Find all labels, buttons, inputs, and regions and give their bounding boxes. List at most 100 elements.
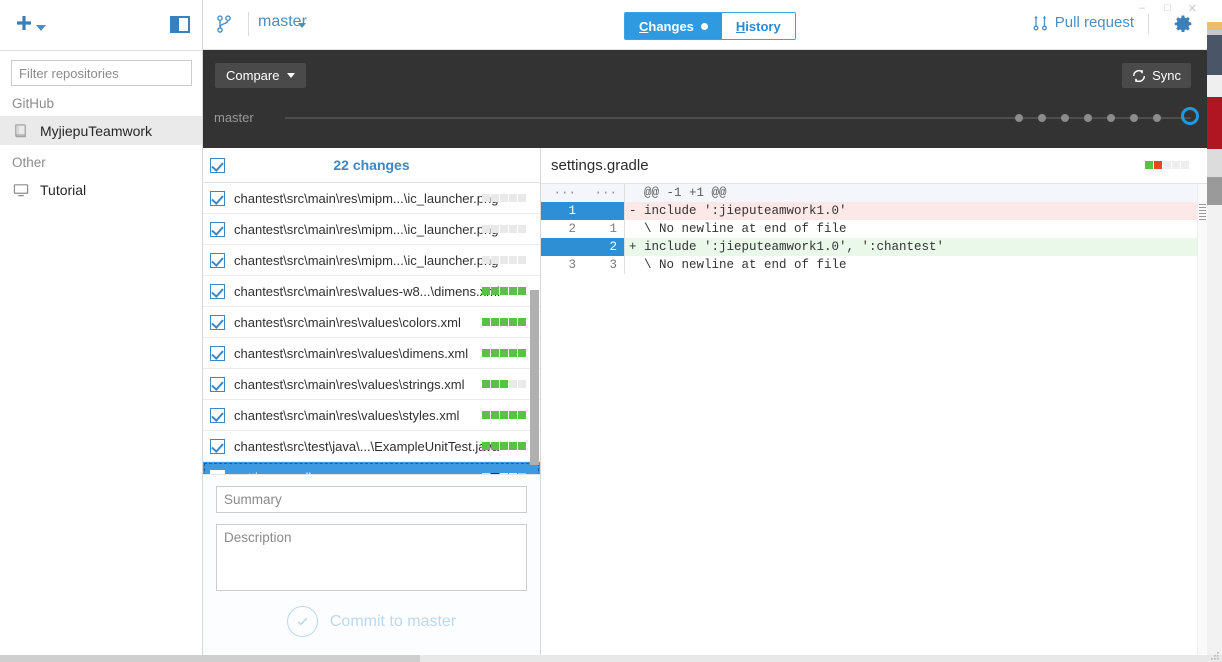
commit-description-input[interactable] [216, 524, 527, 591]
sidebar-item-myjieputeamwork[interactable]: MyjiepuTeamwork [0, 116, 202, 145]
diff-stat-bar [1145, 161, 1189, 169]
repository-icon [13, 123, 30, 139]
sidebar-group-label-github: GitHub [12, 96, 55, 111]
diff-vertical-scrollbar[interactable] [1197, 184, 1207, 654]
add-repository-icon[interactable] [14, 14, 34, 34]
timeline-commit-dot[interactable] [1038, 114, 1046, 122]
timeline-commit-dot[interactable] [1061, 114, 1069, 122]
main-window: GitHub MyjiepuTeamwork Other [0, 0, 1207, 655]
file-diff-stat [482, 287, 526, 295]
sidebar-item-tutorial[interactable]: Tutorial [0, 175, 202, 204]
add-repository-chevron-down-icon[interactable] [36, 25, 46, 31]
diff-stat-cell [1163, 161, 1171, 169]
gear-icon[interactable] [1173, 14, 1193, 34]
diff-stat-cell [491, 442, 499, 450]
file-path-label: chantest\src\main\res\values\colors.xml [234, 314, 461, 330]
table-row[interactable]: chantest\src\main\res\mipm...\ic_launche… [203, 183, 540, 214]
table-row[interactable]: chantest\src\main\res\mipm...\ic_launche… [203, 214, 540, 245]
commit-to-master-button[interactable]: Commit to master [216, 606, 527, 637]
file-checkbox[interactable] [210, 252, 225, 268]
diff-stat-cell [500, 349, 508, 357]
file-checkbox[interactable] [210, 345, 225, 361]
left-scrollbar-thumb[interactable] [0, 655, 420, 662]
diff-stat-cell [482, 318, 490, 326]
panel-toggle-icon[interactable] [170, 16, 190, 33]
repository-sidebar: GitHub MyjiepuTeamwork Other [0, 0, 203, 655]
maximize-button[interactable]: □ [1164, 2, 1171, 14]
timeline-head-node[interactable] [1181, 107, 1199, 125]
tab-changes[interactable]: Changes [625, 13, 722, 39]
diff-stat-cell [491, 411, 499, 419]
github-desktop-window: GitHub MyjiepuTeamwork Other [0, 0, 1222, 662]
diff-stat-cell [509, 442, 517, 450]
diff-new-line-number: 2 [583, 238, 625, 256]
pull-request-button[interactable]: Pull request [1033, 14, 1134, 31]
diff-panel: settings.gradle ··· ··· @@ -1 +1 @@ 1- inc… [541, 148, 1207, 655]
diff-old-line-number [541, 238, 583, 256]
timeline-commit-dot[interactable] [1015, 114, 1023, 122]
commit-summary-input[interactable] [216, 486, 527, 513]
background-window-segment-3 [1205, 35, 1222, 75]
diff-body[interactable]: ··· ··· @@ -1 +1 @@ 1- include ':jieputeam… [541, 184, 1207, 274]
timeline-commit-dot[interactable] [1084, 114, 1092, 122]
file-checkbox[interactable] [210, 407, 225, 423]
file-path-label: chantest\src\main\res\mipm...\ic_launche… [234, 252, 499, 268]
table-row[interactable]: chantest\src\main\res\values\colors.xml [203, 307, 540, 338]
commit-timeline[interactable] [285, 107, 1199, 125]
diff-stat-cell [482, 349, 490, 357]
diff-old-line-number: 2 [568, 222, 576, 236]
select-all-checkbox[interactable] [210, 157, 225, 173]
sidebar-toolbar [0, 0, 202, 51]
right-horizontal-scrollbar[interactable] [570, 655, 1222, 662]
sync-button[interactable]: Sync [1122, 63, 1191, 88]
diff-stat-cell [1181, 161, 1189, 169]
branch-icon [216, 14, 232, 34]
diff-stat-cell [491, 225, 499, 233]
file-checkbox[interactable] [210, 190, 225, 206]
timeline-commit-dot[interactable] [1153, 114, 1161, 122]
table-row[interactable]: chantest\src\main\res\values\strings.xml [203, 369, 540, 400]
window-resize-grip[interactable] [1208, 649, 1220, 661]
branch-selector[interactable]: master [250, 13, 315, 31]
minimize-button[interactable]: – [1139, 2, 1145, 14]
commit-form: Commit to master [203, 474, 540, 654]
filter-repositories-input[interactable] [11, 60, 192, 86]
table-row[interactable]: chantest\src\test\java\...\ExampleUnitTe… [203, 431, 540, 462]
diff-stat-cell [518, 411, 526, 419]
background-window-segment-6 [1205, 149, 1222, 177]
header-divider-2 [1148, 14, 1149, 34]
file-checkbox[interactable] [210, 314, 225, 330]
compare-button[interactable]: Compare [215, 63, 307, 88]
changes-indicator-dot [700, 22, 708, 30]
diff-line-text: \ No newline at end of file [629, 222, 847, 236]
diff-stat-cell [482, 225, 490, 233]
table-row[interactable]: settings.gradle [203, 462, 540, 474]
header-divider [248, 12, 249, 36]
file-checkbox[interactable] [210, 221, 225, 237]
background-window-segment-7 [1205, 177, 1222, 205]
compare-chevron-down-icon [287, 73, 296, 78]
changes-count-label: 22 changes [333, 157, 410, 173]
diff-stat-cell [509, 256, 517, 264]
timeline-commit-dot[interactable] [1107, 114, 1115, 122]
table-row[interactable]: chantest\src\main\res\mipm...\ic_launche… [203, 245, 540, 276]
file-checkbox[interactable] [210, 283, 225, 299]
diff-stat-cell [500, 225, 508, 233]
diff-stat-cell [500, 287, 508, 295]
file-diff-stat [482, 225, 526, 233]
branch-chevron-down-icon[interactable] [298, 23, 306, 28]
table-row[interactable]: chantest\src\main\res\values\dimens.xml [203, 338, 540, 369]
diff-stat-cell [491, 287, 499, 295]
diff-stat-cell [500, 318, 508, 326]
tab-history-accesskey: H [735, 18, 746, 34]
file-checkbox[interactable] [210, 438, 225, 454]
file-diff-stat [482, 442, 526, 450]
table-row[interactable]: chantest\src\main\res\values\styles.xml [203, 400, 540, 431]
file-checkbox[interactable] [210, 376, 225, 392]
tab-history[interactable]: History [721, 13, 795, 39]
changed-files-list[interactable]: chantest\src\main\res\mipm...\ic_launche… [203, 183, 540, 474]
table-row[interactable]: chantest\src\main\res\values-w8...\dimen… [203, 276, 540, 307]
timeline-commit-dot[interactable] [1130, 114, 1138, 122]
left-horizontal-scrollbar[interactable] [0, 655, 570, 662]
file-list-scrollbar-thumb[interactable] [530, 290, 539, 465]
